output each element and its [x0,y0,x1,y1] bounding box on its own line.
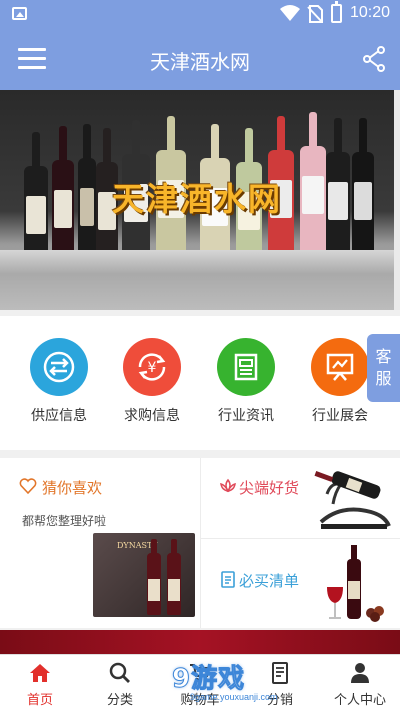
bottom-navigation: 首页 分类 购物车 分销 个人中心 [0,654,400,711]
heart-icon [19,478,37,495]
banner-edge [394,90,400,310]
status-bar: 10:20 [0,0,400,28]
nav-label: 首页 [26,693,53,708]
news-icon [217,338,275,396]
svg-text:¥: ¥ [148,360,157,376]
wine-bottle-rack-image [314,471,391,529]
category-label: 行业展会 [312,408,368,424]
search-icon [109,662,130,683]
nav-label: 分类 [106,693,133,708]
app-header: 天津酒水网 [0,28,400,90]
category-label: 供应信息 [31,408,87,424]
nav-home[interactable]: 首页 [0,655,80,711]
customer-service-button[interactable]: 客 服 [367,334,400,402]
yen-cycle-icon: ¥ [123,338,181,396]
nav-distribution[interactable]: 分销 [240,655,320,711]
premium-goods-title: 尖端好货 [239,479,300,497]
wifi-icon [280,5,300,21]
battery-icon [331,1,342,23]
nav-label: 购物车 [180,693,220,708]
guess-title: 猜你喜欢 [42,479,103,497]
nav-profile[interactable]: 个人中心 [320,655,400,711]
presentation-icon [311,338,369,396]
nav-cart[interactable]: 购物车 [160,655,240,711]
category-supply[interactable]: 供应信息 [13,338,105,425]
red-wine-image [327,545,384,622]
banner-caption: 天津酒水网 [112,180,283,218]
promo-banner-strip[interactable] [0,628,400,654]
banner-carousel[interactable]: 天津酒水网 [0,90,400,310]
premium-goods-card[interactable]: 尖端好货 [201,458,400,538]
nav-category[interactable]: 分类 [80,655,160,711]
exchange-icon [30,338,88,396]
status-time: 10:20 [350,4,391,21]
user-icon [351,663,369,683]
banner-shelf [0,250,394,274]
category-news[interactable]: 行业资讯 [200,338,292,425]
share-icon[interactable] [362,46,386,72]
nav-label: 分销 [266,693,293,708]
lotus-icon [220,478,236,493]
app-root: 10:20 天津酒水网 天津酒水网 供应信息 ¥ 求购信息 行业资讯 行业展会 … [0,0,400,711]
guess-subtitle: 都帮您整理好啦 [22,514,107,528]
must-buy-list-card[interactable]: 必买清单 [201,539,400,629]
banner-image: 天津酒水网 [0,90,394,310]
wine-gift-box-image: DYNASTY [93,533,195,617]
category-label: 求购信息 [124,408,180,424]
guess-you-like-card[interactable]: 猜你喜欢 都帮您整理好啦 DYNASTY [0,458,200,628]
promo-section: 猜你喜欢 都帮您整理好啦 DYNASTY 尖端好货 必买清单 [0,450,400,628]
cart-icon [190,664,211,682]
no-sim-icon [307,5,323,23]
customer-service-label: 服 [375,369,392,388]
category-label: 行业资讯 [218,408,274,424]
must-buy-title: 必买清单 [239,572,300,590]
page-title: 天津酒水网 [150,50,250,74]
image-notification-icon [12,7,27,20]
customer-service-label: 客 [375,347,392,366]
category-purchase[interactable]: ¥ 求购信息 [106,338,198,425]
nav-label: 个人中心 [333,693,386,708]
home-icon [30,664,50,682]
category-grid: 供应信息 ¥ 求购信息 行业资讯 行业展会 [0,310,400,442]
document-icon [272,662,288,684]
clipboard-icon [221,571,235,588]
